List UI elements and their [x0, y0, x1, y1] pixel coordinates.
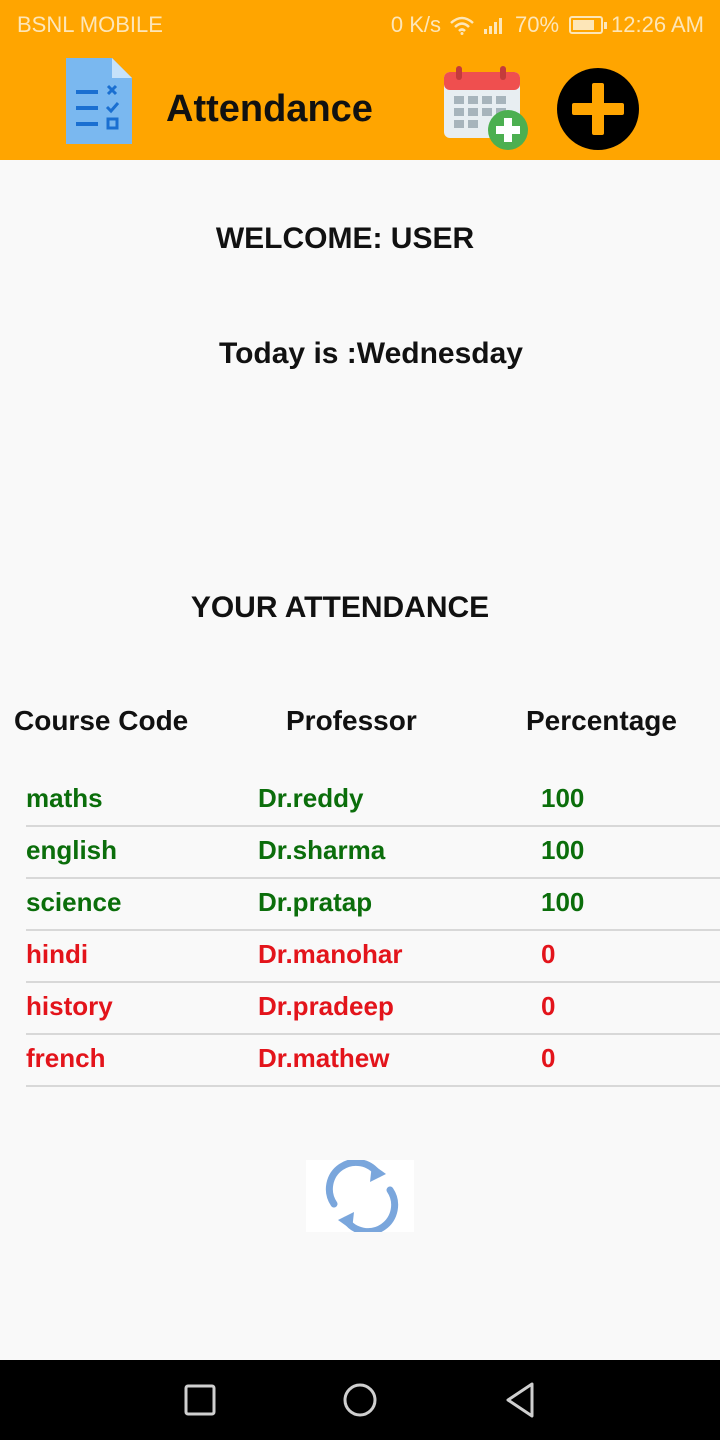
professor-name: Dr.manohar: [258, 939, 403, 969]
document-checklist-icon[interactable]: [64, 56, 134, 146]
app-toolbar: BSNL MOBILE 0 K/s 70% 12:26 AM Attendanc…: [0, 0, 720, 160]
attendance-percentage: 100: [541, 783, 585, 813]
status-bar: BSNL MOBILE 0 K/s 70% 12:26 AM: [0, 0, 720, 50]
wifi-icon: [450, 16, 474, 35]
section-title: YOUR ATTENDANCE: [190, 591, 490, 624]
system-nav-bar: [0, 1360, 720, 1440]
home-icon[interactable]: [338, 1378, 382, 1422]
professor-name: Dr.mathew: [258, 1043, 390, 1073]
course-code: science: [26, 887, 122, 917]
signal-icon: [484, 18, 502, 34]
table-row[interactable]: history Dr.pradeep 0: [26, 983, 720, 1035]
header-professor: Professor: [286, 705, 417, 736]
welcome-text: WELCOME: USER: [215, 222, 475, 255]
clock: 12:26 AM: [611, 12, 704, 37]
attendance-percentage: 0: [541, 939, 556, 969]
battery-percent: 70%: [515, 12, 560, 37]
course-code: french: [26, 1043, 106, 1073]
professor-name: Dr.sharma: [258, 835, 386, 865]
battery-icon: [569, 16, 608, 34]
course-code: history: [26, 991, 113, 1021]
attendance-percentage: 100: [541, 835, 585, 865]
table-row[interactable]: hindi Dr.manohar 0: [26, 931, 720, 983]
professor-name: Dr.pratap: [258, 887, 373, 917]
table-row[interactable]: maths Dr.reddy 100: [26, 775, 720, 827]
table-row[interactable]: english Dr.sharma 100: [26, 827, 720, 879]
header-percentage: Percentage: [526, 705, 677, 736]
attendance-table: maths Dr.reddy 100 english Dr.sharma 100…: [26, 775, 720, 1087]
attendance-percentage: 0: [541, 1043, 556, 1073]
refresh-button[interactable]: [306, 1158, 414, 1236]
back-icon[interactable]: [498, 1378, 542, 1422]
network-speed: 0 K/s: [390, 12, 441, 37]
add-circle-icon[interactable]: [556, 67, 640, 151]
professor-name: Dr.reddy: [258, 783, 364, 813]
carrier-name: BSNL MOBILE: [17, 12, 163, 37]
table-row[interactable]: french Dr.mathew 0: [26, 1035, 720, 1087]
recent-apps-icon[interactable]: [178, 1378, 222, 1422]
refresh-icon: [325, 1158, 399, 1236]
course-code: maths: [26, 783, 103, 813]
professor-name: Dr.pradeep: [258, 991, 394, 1021]
attendance-percentage: 0: [541, 991, 556, 1021]
attendance-percentage: 100: [541, 887, 585, 917]
table-row[interactable]: science Dr.pratap 100: [26, 879, 720, 931]
status-right: 0 K/s 70% 12:26 AM: [391, 12, 704, 38]
course-code: hindi: [26, 939, 89, 969]
page-title: Attendance: [166, 88, 373, 130]
course-code: english: [26, 835, 118, 865]
calendar-add-icon[interactable]: [442, 64, 532, 152]
today-text: Today is :Wednesday: [219, 337, 523, 370]
header-course-code: Course Code: [14, 705, 189, 736]
